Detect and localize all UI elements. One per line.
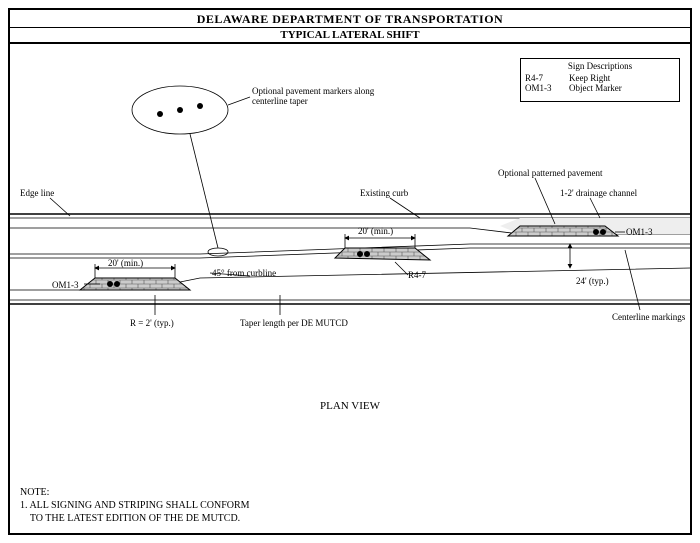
label-om-right: OM1-3 — [626, 227, 653, 237]
label-width24: 24' (typ.) — [576, 276, 609, 286]
r47-marker-icon — [364, 251, 370, 257]
leader-line-icon — [535, 178, 555, 224]
leader-line-icon — [390, 198, 420, 218]
notes-block: NOTE: 1. ALL SIGNING AND STRIPING SHALL … — [20, 486, 250, 525]
label-r2: R = 2' (typ.) — [130, 318, 174, 328]
label-centerline: Centerline markings — [612, 312, 685, 322]
r47-marker-icon — [357, 251, 363, 257]
leader-line-icon — [190, 134, 218, 248]
note-item-cont: TO THE LATEST EDITION OF THE DE MUTCD. — [20, 512, 250, 525]
label-existing-curb: Existing curb — [360, 188, 408, 198]
leader-line-icon — [590, 198, 600, 218]
label-angle45: 45° from curbline — [212, 268, 276, 278]
om-marker-icon — [114, 281, 120, 287]
note-heading: NOTE: — [20, 486, 250, 499]
om-marker-icon — [107, 281, 113, 287]
om-marker-icon — [593, 229, 599, 235]
label-dim20-mid: 20' (min.) — [358, 226, 393, 236]
marker-dot-icon — [177, 107, 183, 113]
label-drainage: 1-2' drainage channel — [560, 188, 637, 198]
label-opt-pavement: Optional patterned pavement — [498, 168, 602, 178]
label-opt-markers: Optional pavement markers along centerli… — [252, 86, 392, 106]
om-marker-icon — [600, 229, 606, 235]
label-dim20-left: 20' (min.) — [108, 258, 143, 268]
marker-dot-icon — [157, 111, 163, 117]
patterned-island-icon — [335, 248, 430, 260]
marker-dot-icon — [197, 103, 203, 109]
leader-line-icon — [395, 262, 408, 275]
label-taper: Taper length per DE MUTCD — [240, 318, 348, 328]
note-item: 1. ALL SIGNING AND STRIPING SHALL CONFOR… — [20, 499, 250, 512]
label-om-left: OM1-3 — [52, 280, 79, 290]
label-edge-line: Edge line — [20, 188, 54, 198]
plan-ellipse-icon — [208, 248, 228, 256]
label-r47: R4-7 — [408, 270, 426, 280]
diagram-svg — [0, 0, 700, 543]
plan-view-label: PLAN VIEW — [0, 400, 700, 412]
leader-line-icon — [625, 250, 640, 310]
